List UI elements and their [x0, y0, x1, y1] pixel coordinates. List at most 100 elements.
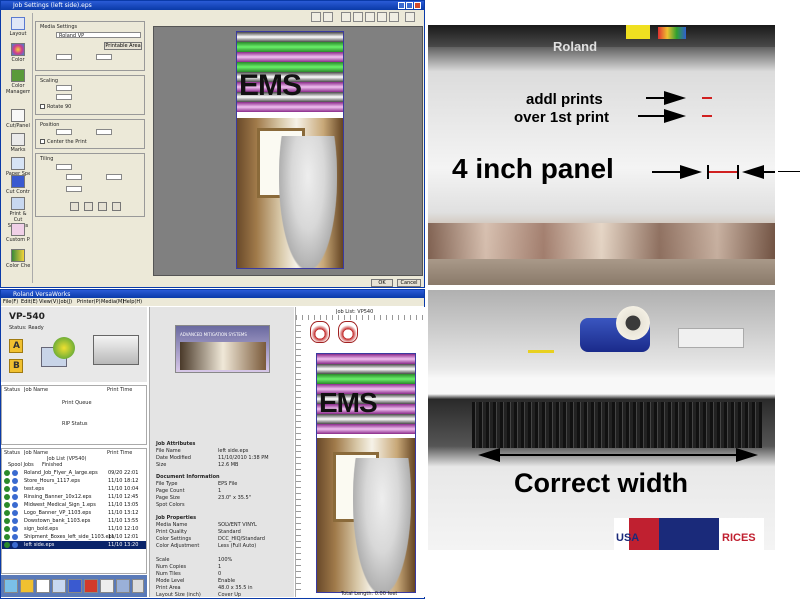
preview-stripe [317, 424, 415, 434]
menu-job[interactable]: Job(J) [59, 298, 72, 306]
sidebar-item-color[interactable]: Color [6, 43, 30, 65]
menu-printer[interactable]: Printer(P) [77, 298, 101, 306]
table-row[interactable]: Rinsing_Banner_10x12.eps 11/10 12:45 [2, 493, 146, 501]
pause-icon[interactable] [100, 579, 114, 593]
file-icon [12, 542, 18, 548]
menu-help[interactable]: Help(H) [123, 298, 142, 306]
versaworks-titlebar[interactable]: Roland VersaWorks [1, 290, 424, 298]
printer-photo-top: Roland addl prints over 1st print 4 inch… [428, 25, 775, 285]
rotate-icon[interactable] [365, 12, 375, 22]
cancel-button[interactable]: Cancel [397, 279, 421, 287]
sidebar-item-cut-control[interactable]: Cut Control [6, 175, 30, 197]
table-row[interactable]: Shipment_Boxes_left_side_1103.eps 11/10 1… [2, 533, 146, 541]
versaworks-title: Roland VersaWorks [13, 291, 71, 298]
print-queue-label: Print Queue [62, 400, 92, 406]
tile-field-2[interactable] [66, 174, 82, 180]
sidebar-item-label: Marks [10, 147, 26, 153]
versaworks-window: Roland VersaWorks File(F) Edit(E) View(V… [0, 289, 425, 599]
pointer-icon[interactable] [341, 12, 351, 22]
maximize-icon[interactable] [406, 2, 413, 9]
tile-button-1[interactable] [70, 202, 79, 211]
menu-view[interactable]: View(V) [39, 298, 58, 306]
scale-x-field[interactable] [56, 85, 72, 91]
table-row[interactable]: sign_bold.eps 11/10 12:10 [2, 525, 146, 533]
settings-icon[interactable] [20, 579, 34, 593]
zoom-in-icon[interactable] [311, 12, 321, 22]
move-icon[interactable] [353, 12, 363, 22]
sidebar-item-color-check[interactable]: Color Check [6, 249, 30, 271]
media-select[interactable]: Roland VP [56, 32, 141, 39]
rip-icon[interactable] [36, 579, 50, 593]
scale-y-field[interactable] [56, 94, 72, 100]
table-row[interactable]: Store_Hours_1117.eps 11/10 18:12 [2, 477, 146, 485]
rip-print-icon[interactable] [68, 579, 82, 593]
ruler-left [296, 320, 301, 590]
width-field[interactable] [56, 54, 72, 60]
sidebar-item-custom-page[interactable]: Custom Page [6, 223, 30, 245]
tab-spool-jobs[interactable]: Spool Jobs [8, 462, 34, 468]
tile-button-4[interactable] [112, 202, 121, 211]
position-x-field[interactable] [56, 129, 72, 135]
sheet-icon[interactable] [132, 579, 144, 593]
prop-row: Spot Colors [156, 502, 185, 508]
sidebar-item-color-management[interactable]: Color Management [6, 69, 30, 99]
add-job-icon[interactable] [4, 579, 18, 593]
tile-field-4[interactable] [66, 186, 82, 192]
sidebar-item-marks[interactable]: Marks [6, 133, 30, 155]
tab-finished[interactable]: Finished [42, 462, 62, 468]
tile-field-3[interactable] [106, 174, 122, 180]
minimize-icon[interactable] [398, 2, 405, 9]
panel-marker-line [709, 171, 737, 173]
prop-row: File Name left side.eps [156, 448, 249, 454]
tile-button-2[interactable] [84, 202, 93, 211]
sidebar-item-cut-panel[interactable]: Cut/Panel [6, 109, 30, 131]
rotate-checkbox[interactable] [40, 104, 45, 109]
queue-a-button[interactable]: A [9, 339, 23, 353]
painter-figure [353, 458, 411, 592]
table-row[interactable]: Logo_Banner_VP_1103.eps 11/10 13:12 [2, 509, 146, 517]
queue-b-button[interactable]: B [9, 359, 23, 373]
file-icon [12, 470, 18, 476]
table-row-selected[interactable]: left side.eps 11/10 13:20 [2, 541, 146, 549]
prop-row: File Type EPS File [156, 481, 238, 487]
mask-icon-2 [338, 321, 358, 343]
status-icon [4, 510, 10, 516]
preview-stripe [237, 52, 343, 62]
ok-button[interactable]: OK [371, 279, 393, 287]
table-row[interactable]: Midwest_Medical_Sign_1.eps 11/10 13:05 [2, 501, 146, 509]
menu-edit[interactable]: Edit(E) [21, 298, 38, 306]
tiling-group-label: Tiling [40, 156, 54, 162]
tile-field-1[interactable] [56, 164, 72, 170]
tile-button-3[interactable] [98, 202, 107, 211]
delete-icon[interactable] [84, 579, 98, 593]
sidebar-item-print-cut[interactable]: Print & Cut Settings [6, 197, 30, 229]
preview-canvas[interactable]: EMS [153, 26, 423, 276]
menu-media[interactable]: Media(M) [101, 298, 124, 306]
sidebar-item-layout[interactable]: Layout [6, 17, 30, 39]
fit-icon[interactable] [377, 12, 387, 22]
table-row[interactable]: test.eps 11/10 10:04 [2, 485, 146, 493]
close-icon[interactable] [414, 2, 421, 9]
zoom-out-icon[interactable] [323, 12, 333, 22]
height-field[interactable] [96, 54, 112, 60]
preview-stripe [237, 102, 343, 112]
col-print-time: Print Time [107, 450, 133, 456]
media-group-label: Media Settings [40, 24, 78, 30]
help-icon[interactable] [405, 12, 415, 22]
arrow-left-width [478, 448, 500, 462]
center-checkbox[interactable] [40, 139, 45, 144]
menu-file[interactable]: File(F) [3, 298, 18, 306]
job-settings-titlebar[interactable]: Job Settings (left side).eps [1, 1, 424, 10]
table-row[interactable]: Roland_Job_Flyer_A_large.eps 09/20 22:01 [2, 469, 146, 477]
job-props-list: Media Name SOLVENT VINYL Print Quality Sta… [156, 522, 291, 599]
position-y-field[interactable] [96, 129, 112, 135]
caption-correct-width: Correct width [514, 468, 689, 498]
col-job-name: Job Name [24, 387, 49, 393]
grid-icon[interactable] [389, 12, 399, 22]
printable-area-button[interactable]: Printable Area [104, 42, 142, 50]
arrange-icon[interactable] [116, 579, 130, 593]
print-icon[interactable] [52, 579, 66, 593]
versaworks-menubar: File(F) Edit(E) View(V) Job(J) Printer(P… [1, 298, 424, 306]
prop-row: Color Adjustment Less (Full Auto) [156, 543, 257, 549]
table-row[interactable]: Dowstown_bank_1103.eps 11/10 13:55 [2, 517, 146, 525]
